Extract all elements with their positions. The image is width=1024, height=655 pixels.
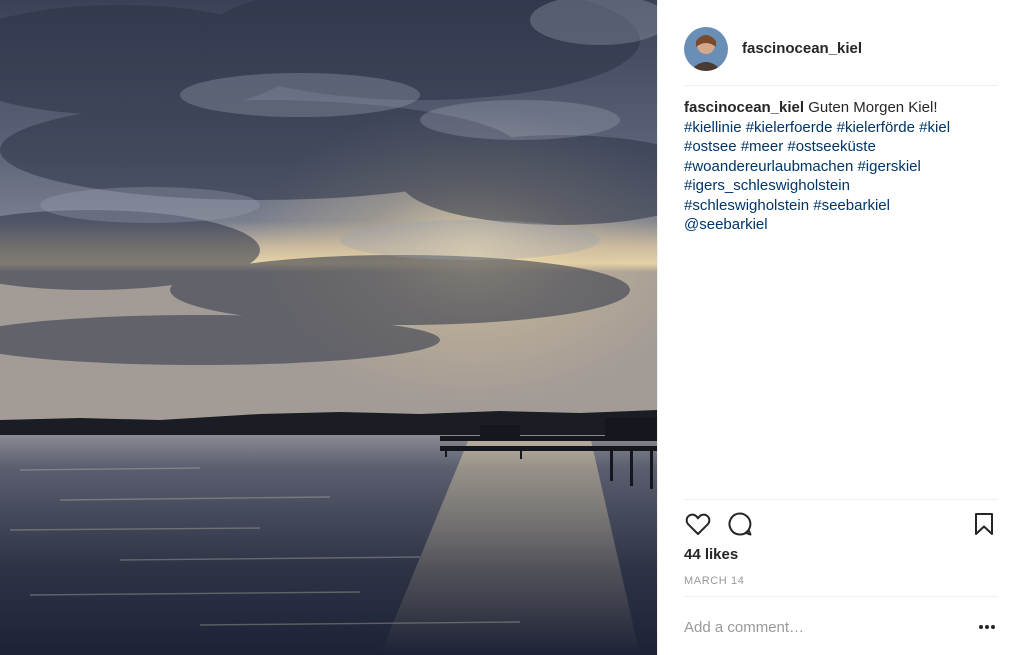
hashtag-link[interactable]: #seebarkiel [813,197,890,214]
instagram-post: fascinocean_kiel fascinocean_kiel Guten … [0,0,1024,655]
post-header: fascinocean_kiel [684,18,998,86]
like-button[interactable] [684,510,712,538]
save-button[interactable] [970,510,998,538]
hashtag-link[interactable]: #woandereurlaubmachen [684,158,853,175]
action-bar [684,510,998,540]
caption-username[interactable]: fascinocean_kiel [684,99,804,116]
avatar[interactable] [684,26,728,71]
mention-link[interactable]: @seebarkiel [684,216,768,233]
hashtag-link[interactable]: #kielerförde [837,119,915,136]
actions-divider [684,499,998,500]
comment-button[interactable] [726,510,754,538]
likes-count[interactable]: 44 likes [684,546,738,563]
avatar-image [684,26,728,71]
hashtag-link[interactable]: #kiel [919,119,950,136]
hashtag-link[interactable]: #ostsee [684,138,737,155]
hashtag-link[interactable]: #ostseeküste [787,138,875,155]
caption-text: Guten Morgen Kiel! [808,99,938,116]
more-options-icon [979,625,995,629]
comment-divider [684,596,998,597]
bookmark-icon [975,513,993,535]
comment-bubble-icon [728,512,752,536]
post-caption: fascinocean_kiel Guten Morgen Kiel! #kie… [684,98,1004,235]
hashtag-link[interactable]: #igers_schleswigholstein [684,177,850,194]
comment-input[interactable] [684,618,964,636]
username-link[interactable]: fascinocean_kiel [742,40,862,57]
landscape-photo [0,0,657,655]
comment-box [684,610,998,644]
post-sidebar: fascinocean_kiel fascinocean_kiel Guten … [657,0,1024,655]
hashtag-link[interactable]: #kiellinie [684,119,742,136]
hashtag-link[interactable]: #kielerfoerde [746,119,833,136]
hashtag-link[interactable]: #schleswigholstein [684,197,809,214]
post-photo[interactable] [0,0,657,655]
hashtag-link[interactable]: #meer [741,138,784,155]
post-date[interactable]: MARCH 14 [684,575,744,587]
heart-icon [685,513,711,535]
more-options-button[interactable] [976,617,998,637]
hashtag-link[interactable]: #igerskiel [857,158,920,175]
